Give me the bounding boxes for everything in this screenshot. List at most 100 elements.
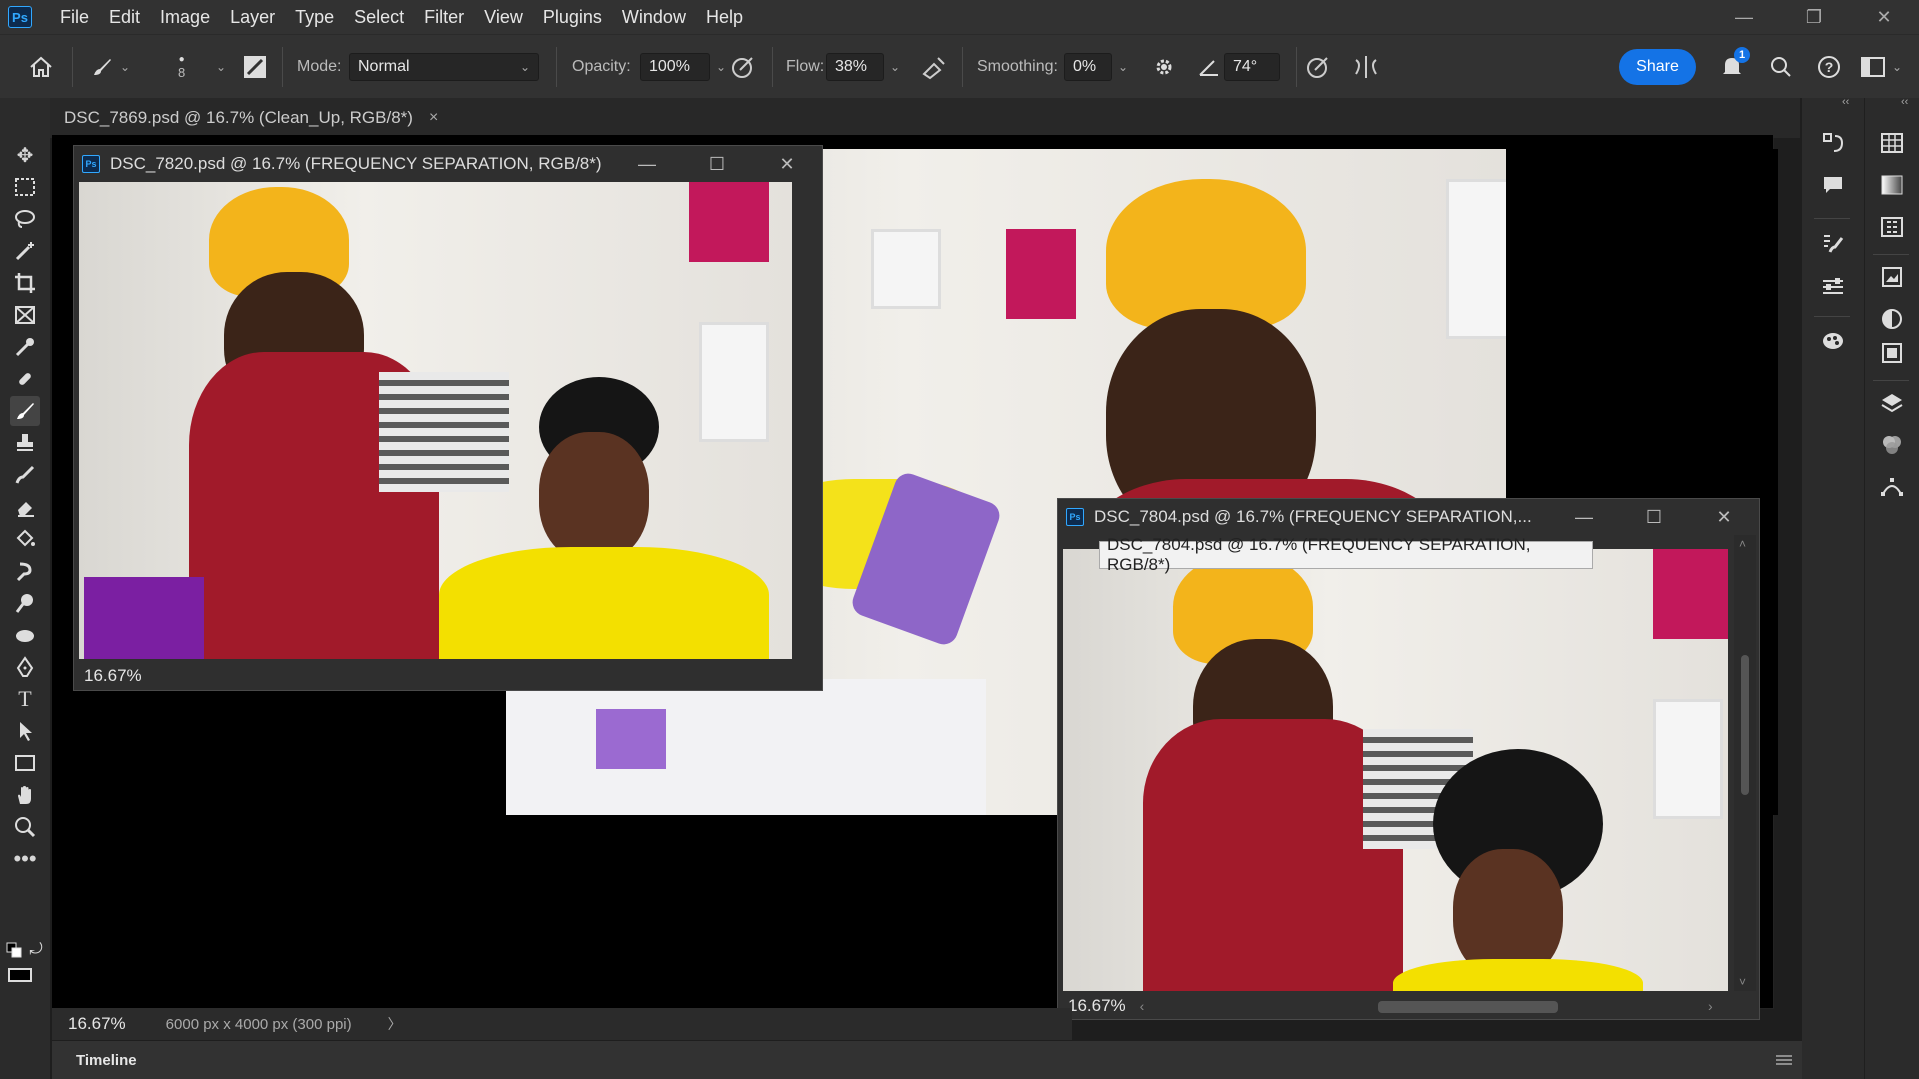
eyedropper-tool-icon[interactable] [10,332,40,362]
maximize-icon[interactable]: ☐ [682,146,752,182]
home-icon[interactable] [28,35,54,99]
horizontal-scroll-thumb[interactable] [1378,1001,1558,1013]
eraser-tool-icon[interactable] [10,492,40,522]
rectangle-tool-icon[interactable] [10,748,40,778]
document-window-dsc7804[interactable]: Ps DSC_7804.psd @ 16.7% (FREQUENCY SEPAR… [1057,498,1760,1020]
help-icon[interactable]: ? [1816,35,1842,99]
patterns-panel-icon[interactable] [1877,212,1907,242]
scroll-left-icon[interactable]: ‹ [1140,998,1145,1014]
history-panel-icon[interactable] [1818,128,1848,158]
libraries-panel-icon[interactable] [1877,338,1907,368]
layers-panel-icon[interactable] [1877,388,1907,418]
clone-stamp-tool-icon[interactable] [10,428,40,458]
default-colors-icon[interactable] [4,940,24,960]
menu-select[interactable]: Select [344,0,414,34]
more-tools-icon[interactable]: ••• [10,844,40,874]
window-titlebar[interactable]: Ps DSC_7820.psd @ 16.7% (FREQUENCY SEPAR… [74,146,822,182]
brush-settings-icon[interactable] [242,35,268,99]
minimize-icon[interactable]: — [1549,499,1619,535]
foreground-color-swatch[interactable] [8,968,32,982]
smoothing-field[interactable]: 0% [1064,53,1112,81]
window-titlebar[interactable]: Ps DSC_7804.psd @ 16.7% (FREQUENCY SEPAR… [1058,499,1759,535]
document-image[interactable] [79,182,792,659]
table-panel-icon[interactable] [1877,128,1907,158]
menu-plugins[interactable]: Plugins [533,0,612,34]
swap-colors-icon[interactable]: ⤾ [26,940,46,960]
menu-help[interactable]: Help [696,0,753,34]
workspace-icon[interactable]: ⌄ [1860,35,1902,99]
zoom-tool-icon[interactable] [10,812,40,842]
menu-filter[interactable]: Filter [414,0,474,34]
minimize-icon[interactable]: — [1709,0,1779,34]
document-window-dsc7820[interactable]: Ps DSC_7820.psd @ 16.7% (FREQUENCY SEPAR… [73,145,823,691]
healing-brush-tool-icon[interactable] [10,364,40,394]
sponge-tool-icon[interactable] [10,620,40,650]
brush-angle-icon[interactable] [1198,35,1220,99]
smudge-tool-icon[interactable] [10,556,40,586]
close-icon[interactable]: ✕ [752,146,822,182]
lasso-tool-icon[interactable] [10,204,40,234]
pressure-size-icon[interactable] [1305,35,1331,99]
magic-wand-tool-icon[interactable] [10,236,40,266]
brush-tool-icon[interactable] [10,396,40,426]
history-brush-tool-icon[interactable] [10,460,40,490]
scroll-down-icon[interactable]: ˅ [1739,975,1746,989]
type-tool-icon[interactable]: T [10,684,40,714]
menu-view[interactable]: View [474,0,533,34]
channels-panel-icon[interactable] [1877,430,1907,460]
restore-icon[interactable]: ❐ [1779,0,1849,34]
mode-dropdown[interactable]: Normal ⌄ [349,53,539,81]
flow-field[interactable]: 38% [826,53,884,81]
adjustment-circle-icon[interactable] [1877,304,1907,334]
document-tab-active[interactable]: DSC_7869.psd @ 16.7% (Clean_Up, RGB/8*) … [64,98,438,138]
frame-tool-icon[interactable] [10,300,40,330]
paint-bucket-tool-icon[interactable] [10,524,40,554]
scroll-right-icon[interactable]: › [1708,998,1713,1014]
bell-icon[interactable] [1720,35,1744,99]
menu-type[interactable]: Type [285,0,344,34]
adjustments-panel-icon[interactable] [1818,272,1848,302]
menu-image[interactable]: Image [150,0,220,34]
scroll-up-icon[interactable]: ˄ [1739,537,1746,551]
close-icon[interactable]: ✕ [1849,0,1919,34]
dodge-tool-icon[interactable] [10,588,40,618]
panel-menu-icon[interactable] [1776,1053,1792,1065]
paths-panel-icon[interactable] [1877,472,1907,502]
crop-tool-icon[interactable] [10,268,40,298]
minimize-icon[interactable]: — [612,146,682,182]
menu-edit[interactable]: Edit [99,0,150,34]
collapse-panels-icon[interactable]: ‹‹ [1901,96,1908,108]
maximize-icon[interactable]: ☐ [1619,499,1689,535]
timeline-tab[interactable]: Timeline [76,1052,137,1069]
gradient-panel-icon[interactable] [1877,170,1907,200]
status-menu-arrow-icon[interactable]: 〉 [388,1014,402,1034]
swatches-palette-icon[interactable] [1818,326,1848,356]
vertical-scrollbar[interactable]: ˄ ˅ [1734,535,1756,991]
menu-window[interactable]: Window [612,0,696,34]
collapse-panels-icon[interactable]: ‹‹ [1842,96,1849,108]
document-image[interactable] [1063,549,1728,991]
properties-panel-icon[interactable] [1877,262,1907,292]
menu-layer[interactable]: Layer [220,0,285,34]
move-tool-icon[interactable]: ✥ [10,140,40,170]
pen-tool-icon[interactable] [10,652,40,682]
share-button[interactable]: Share [1619,49,1696,85]
hand-tool-icon[interactable] [10,780,40,810]
close-icon[interactable]: ✕ [1689,499,1759,535]
symmetry-icon[interactable] [1352,35,1380,99]
opacity-field[interactable]: 100% [640,53,710,81]
menu-file[interactable]: File [50,0,99,34]
search-icon[interactable] [1769,35,1793,99]
brush-settings-panel-icon[interactable] [1818,228,1848,258]
brush-tool-preset-icon[interactable]: ⌄ [90,35,130,99]
path-selection-tool-icon[interactable] [10,716,40,746]
pressure-opacity-icon[interactable] [730,35,756,99]
marquee-tool-icon[interactable] [10,172,40,202]
airbrush-icon[interactable] [920,35,948,99]
brush-size-picker[interactable]: ● 8 [178,35,185,99]
zoom-level[interactable]: 16.67% [68,1014,126,1034]
angle-field[interactable]: 74° [1224,53,1280,81]
comments-panel-icon[interactable] [1818,170,1848,200]
close-tab-icon[interactable]: × [429,109,438,127]
scroll-thumb[interactable] [1741,655,1749,795]
